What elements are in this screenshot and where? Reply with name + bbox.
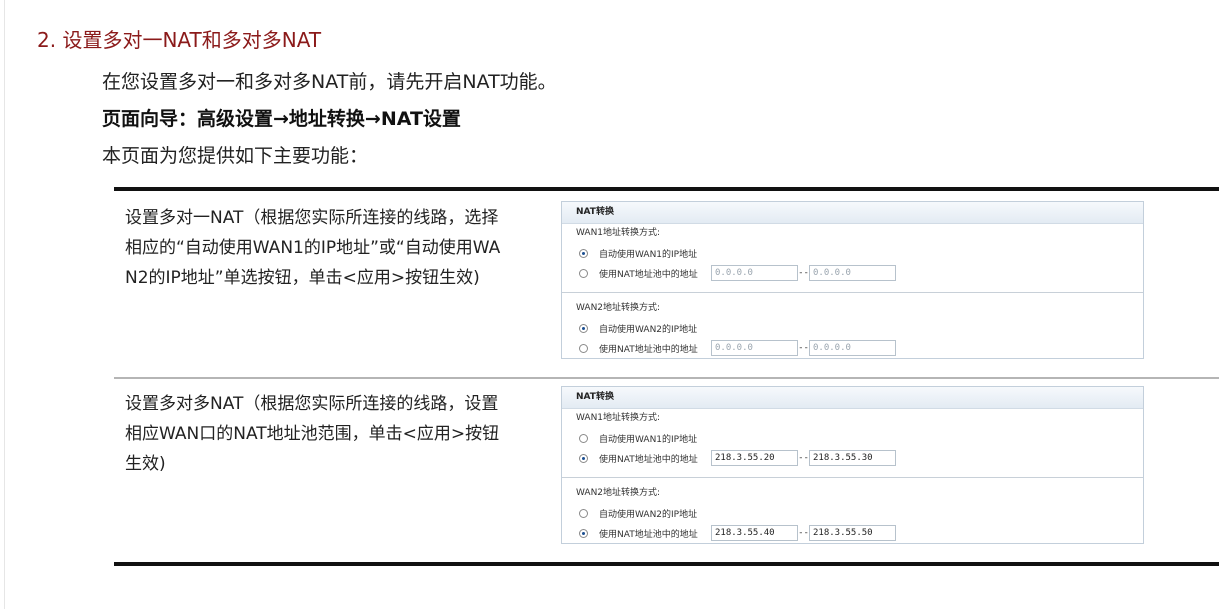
- nat-settings-screenshot: NAT转换 WAN1地址转换方式: 自动使用WAN1的IP地址 使用NAT地址池…: [561, 386, 1144, 544]
- wan2-pool-end-input[interactable]: 218.3.55.50: [809, 525, 896, 541]
- row-description-line: 相应的“自动使用WAN1的IP地址”或“自动使用WA: [125, 238, 501, 258]
- table-row-many-to-one: 设置多对一NAT（根据您实际所连接的线路，选择 相应的“自动使用WAN1的IP地…: [114, 191, 1219, 377]
- option-label: 使用NAT地址池中的地址: [599, 344, 698, 355]
- wan1-auto-radio[interactable]: [579, 433, 588, 443]
- wan2-pool-radio[interactable]: [579, 343, 588, 353]
- option-label: 自动使用WAN1的IP地址: [599, 249, 698, 260]
- option-label: 使用NAT地址池中的地址: [599, 269, 698, 280]
- wan2-pool-end-input[interactable]: 0.0.0.0: [809, 340, 896, 356]
- wan1-auto-option[interactable]: 自动使用WAN1的IP地址: [562, 428, 1143, 448]
- wan2-pool-option[interactable]: 使用NAT地址池中的地址 218.3.55.40 -- 218.3.55.50: [562, 523, 1143, 543]
- wan1-pool-end-input[interactable]: 218.3.55.30: [809, 450, 896, 466]
- range-dash: --: [798, 268, 809, 278]
- wan1-pool-radio[interactable]: [579, 453, 588, 463]
- option-label: 自动使用WAN2的IP地址: [599, 324, 698, 335]
- wan1-auto-option[interactable]: 自动使用WAN1的IP地址: [562, 243, 1143, 263]
- row-description-line: 设置多对一NAT（根据您实际所连接的线路，选择: [125, 208, 499, 228]
- wan1-pool-start-input[interactable]: 0.0.0.0: [711, 265, 798, 281]
- wan1-auto-radio[interactable]: [579, 248, 588, 258]
- section-divider: [562, 292, 1143, 293]
- range-dash: --: [798, 343, 809, 353]
- section-heading: 2. 设置多对一NAT和多对多NAT: [37, 28, 322, 52]
- wan2-auto-radio[interactable]: [579, 323, 588, 333]
- wan1-pool-radio[interactable]: [579, 268, 588, 278]
- left-border: [4, 0, 5, 609]
- wan1-mode-label: WAN1地址转换方式:: [576, 228, 661, 238]
- option-label: 使用NAT地址池中的地址: [599, 454, 698, 465]
- wan1-pool-end-input[interactable]: 0.0.0.0: [809, 265, 896, 281]
- table-row-many-to-many: 设置多对多NAT（根据您实际所连接的线路，设置 相应WAN口的NAT地址池范围，…: [114, 379, 1219, 562]
- row-description-line: 生效): [125, 454, 166, 474]
- panel-title: NAT转换: [562, 387, 1143, 409]
- nat-settings-screenshot: NAT转换 WAN1地址转换方式: 自动使用WAN1的IP地址 使用NAT地址池…: [561, 201, 1144, 359]
- row-description-line: 相应WAN口的NAT地址池范围，单击<应用>按钮: [125, 424, 500, 444]
- wan2-mode-label: WAN2地址转换方式:: [576, 303, 661, 313]
- intro-line-navigation: 页面向导：高级设置→地址转换→NAT设置: [102, 108, 461, 130]
- wan1-pool-option[interactable]: 使用NAT地址池中的地址 218.3.55.20 -- 218.3.55.30: [562, 448, 1143, 468]
- row-description-line: 设置多对多NAT（根据您实际所连接的线路，设置: [125, 394, 499, 414]
- row-description: 设置多对一NAT（根据您实际所连接的线路，选择 相应的“自动使用WAN1的IP地…: [125, 203, 545, 293]
- range-dash: --: [798, 453, 809, 463]
- wan2-auto-radio[interactable]: [579, 508, 588, 518]
- section-divider: [562, 477, 1143, 478]
- wan2-pool-start-input[interactable]: 218.3.55.40: [711, 525, 798, 541]
- wan2-pool-option[interactable]: 使用NAT地址池中的地址 0.0.0.0 -- 0.0.0.0: [562, 338, 1143, 358]
- wan2-pool-start-input[interactable]: 0.0.0.0: [711, 340, 798, 356]
- wan1-pool-start-input[interactable]: 218.3.55.20: [711, 450, 798, 466]
- wan2-pool-radio[interactable]: [579, 528, 588, 538]
- option-label: 使用NAT地址池中的地址: [599, 529, 698, 540]
- row-description: 设置多对多NAT（根据您实际所连接的线路，设置 相应WAN口的NAT地址池范围，…: [125, 389, 545, 479]
- intro-line-features: 本页面为您提供如下主要功能：: [102, 145, 369, 167]
- wan2-auto-option[interactable]: 自动使用WAN2的IP地址: [562, 503, 1143, 523]
- range-dash: --: [798, 528, 809, 538]
- wan2-mode-label: WAN2地址转换方式:: [576, 488, 661, 498]
- intro-line-prerequisite: 在您设置多对一和多对多NAT前，请先开启NAT功能。: [102, 71, 557, 93]
- option-label: 自动使用WAN2的IP地址: [599, 509, 698, 520]
- feature-table: 设置多对一NAT（根据您实际所连接的线路，选择 相应的“自动使用WAN1的IP地…: [114, 187, 1219, 566]
- wan2-auto-option[interactable]: 自动使用WAN2的IP地址: [562, 318, 1143, 338]
- panel-title: NAT转换: [562, 202, 1143, 224]
- row-description-line: N2的IP地址”单选按钮，单击<应用>按钮生效): [125, 268, 480, 288]
- table-bottom-rule: [114, 562, 1219, 566]
- wan1-pool-option[interactable]: 使用NAT地址池中的地址 0.0.0.0 -- 0.0.0.0: [562, 263, 1143, 283]
- wan1-mode-label: WAN1地址转换方式:: [576, 413, 661, 423]
- option-label: 自动使用WAN1的IP地址: [599, 434, 698, 445]
